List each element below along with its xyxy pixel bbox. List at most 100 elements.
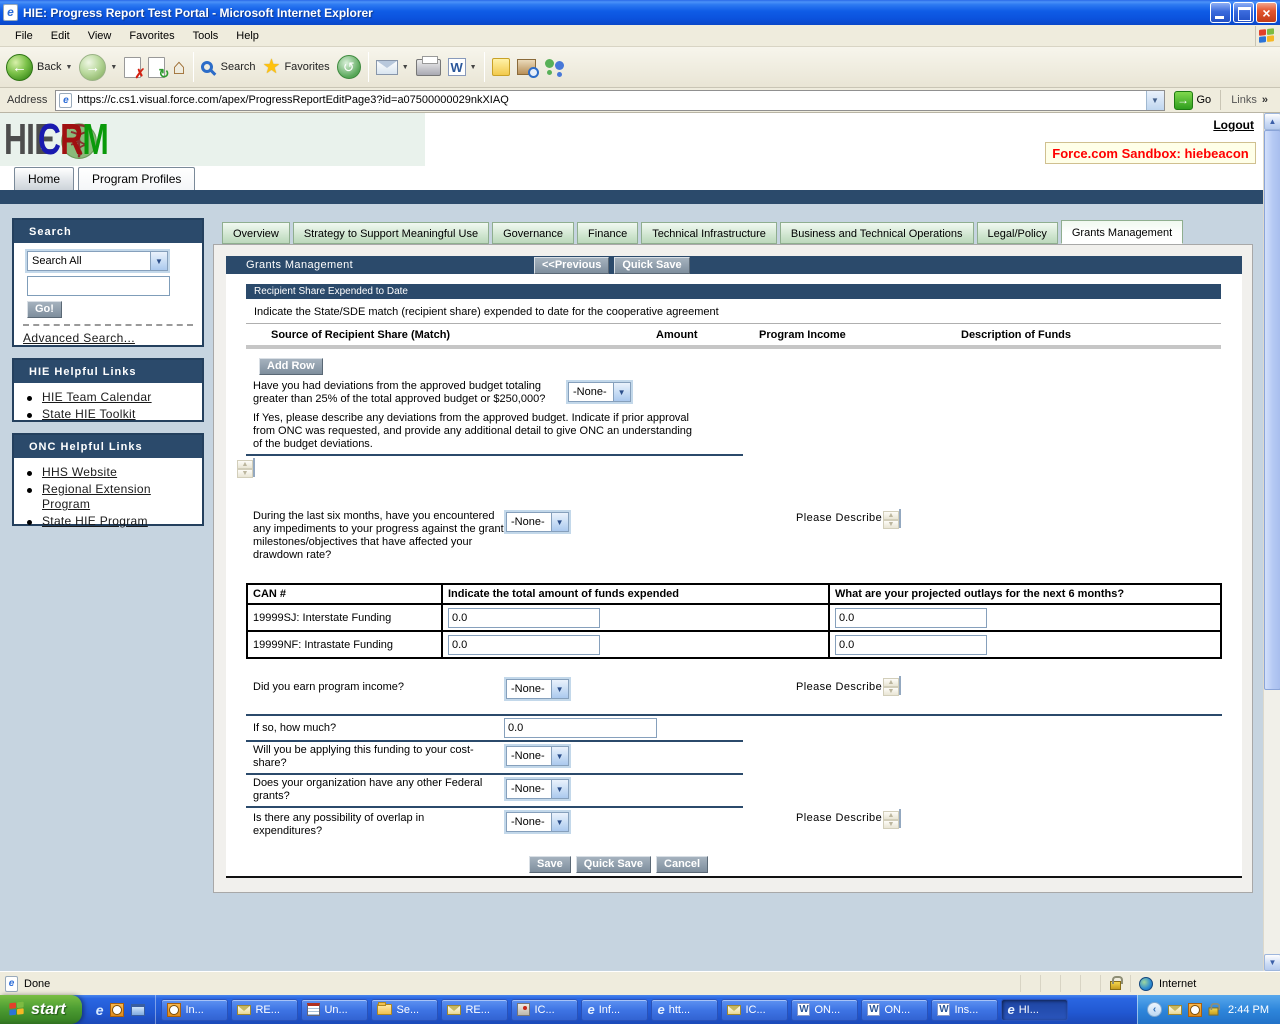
tab-strategy[interactable]: Strategy to Support Meaningful Use — [293, 222, 489, 244]
forward-button[interactable]: → ▼ — [79, 54, 117, 81]
menu-edit[interactable]: Edit — [42, 27, 79, 45]
tab-program-profiles[interactable]: Program Profiles — [78, 167, 195, 190]
tab-home[interactable]: Home — [14, 167, 74, 190]
forward-dropdown-icon[interactable]: ▼ — [110, 64, 117, 71]
cost-share-select[interactable]: -None-▼ — [506, 746, 569, 766]
address-dropdown-icon[interactable]: ▼ — [1146, 91, 1164, 110]
scroll-down-icon[interactable]: ▼ — [883, 520, 899, 529]
overlap-describe-textarea[interactable]: ▲▼ — [899, 809, 901, 828]
taskbar-button-active[interactable]: eHI... — [1001, 999, 1068, 1021]
scroll-down-icon[interactable]: ▼ — [883, 687, 899, 696]
address-url[interactable]: https://c.cs1.visual.force.com/apex/Prog… — [77, 94, 1140, 106]
print-button[interactable] — [416, 59, 441, 76]
taskbar-button[interactable]: WON... — [791, 999, 858, 1021]
cancel-button[interactable]: Cancel — [656, 856, 708, 873]
deviations-select[interactable]: -None-▼ — [568, 382, 631, 402]
regional-extension-link[interactable]: Regional Extension Program — [42, 482, 151, 511]
edit-dropdown-icon[interactable]: ▼ — [470, 64, 477, 71]
federal-grants-select[interactable]: -None-▼ — [506, 779, 569, 799]
menu-file[interactable]: File — [6, 27, 42, 45]
address-input[interactable]: e https://c.cs1.visual.force.com/apex/Pr… — [55, 90, 1164, 111]
tray-chevron-icon[interactable]: ‹ — [1147, 1002, 1162, 1017]
hhs-website-link[interactable]: HHS Website — [42, 465, 117, 479]
edit-with-word-button[interactable]: W ▼ — [448, 58, 477, 76]
vertical-scrollbar[interactable]: ▲ ▼ — [1263, 113, 1280, 971]
save-button[interactable]: Save — [529, 856, 571, 873]
quick-save-top-button[interactable]: Quick Save — [614, 257, 689, 274]
quick-launch-app-icon[interactable] — [131, 1004, 145, 1016]
back-dropdown-icon[interactable]: ▼ — [65, 64, 72, 71]
textarea-scrollbar[interactable]: ▲▼ — [883, 678, 899, 693]
scroll-up-icon[interactable]: ▲ — [883, 678, 899, 687]
tab-overview[interactable]: Overview — [222, 222, 290, 244]
interstate-outlays-input[interactable] — [835, 608, 987, 628]
taskbar-button[interactable]: WIns... — [931, 999, 998, 1021]
tray-clock-icon[interactable] — [1188, 1003, 1202, 1017]
search-input[interactable] — [27, 276, 170, 296]
quick-launch-ie-icon[interactable]: e — [96, 1003, 104, 1017]
research-button[interactable] — [517, 59, 536, 75]
previous-button[interactable]: <<Previous — [534, 257, 609, 274]
mail-button[interactable]: ▼ — [376, 60, 409, 75]
maximize-button[interactable] — [1233, 2, 1254, 23]
menu-tools[interactable]: Tools — [184, 27, 228, 45]
tray-mail-icon[interactable] — [1168, 1005, 1182, 1015]
history-button[interactable]: ↺ — [337, 55, 361, 79]
links-toolbar[interactable]: Links» — [1220, 90, 1276, 110]
tab-business-technical-operations[interactable]: Business and Technical Operations — [780, 222, 974, 244]
tab-finance[interactable]: Finance — [577, 222, 638, 244]
discuss-button[interactable] — [492, 58, 510, 76]
tab-legal-policy[interactable]: Legal/Policy — [977, 222, 1058, 244]
menu-help[interactable]: Help — [227, 27, 268, 45]
program-income-describe-textarea[interactable]: ▲▼ — [899, 676, 901, 695]
taskbar-button[interactable]: WON... — [861, 999, 928, 1021]
logout-link[interactable]: Logout — [1213, 118, 1254, 132]
impediments-select[interactable]: -None-▼ — [506, 512, 569, 532]
close-button[interactable]: × — [1256, 2, 1277, 23]
start-button[interactable]: start — [0, 995, 82, 1024]
overlap-select[interactable]: -None-▼ — [506, 812, 569, 832]
textarea-scrollbar[interactable]: ▲▼ — [237, 460, 253, 475]
taskbar-button[interactable]: Se... — [371, 999, 438, 1021]
add-row-button[interactable]: Add Row — [259, 358, 323, 375]
taskbar-button[interactable]: In... — [161, 999, 228, 1021]
mail-dropdown-icon[interactable]: ▼ — [402, 64, 409, 71]
scroll-up-icon[interactable]: ▲ — [883, 511, 899, 520]
search-go-button[interactable]: Go! — [27, 301, 62, 318]
taskbar-button[interactable]: IC... — [721, 999, 788, 1021]
menu-favorites[interactable]: Favorites — [120, 27, 183, 45]
minimize-button[interactable] — [1210, 2, 1231, 23]
taskbar-button[interactable]: ehtt... — [651, 999, 718, 1021]
menu-view[interactable]: View — [79, 27, 121, 45]
textarea-scrollbar[interactable]: ▲▼ — [883, 511, 899, 526]
tray-lock-icon[interactable] — [1209, 1007, 1219, 1015]
scroll-down-icon[interactable]: ▼ — [237, 469, 253, 478]
state-hie-program-link[interactable]: State HIE Program — [42, 514, 148, 528]
state-hie-toolkit-link[interactable]: State HIE Toolkit — [42, 407, 136, 421]
interstate-expended-input[interactable] — [448, 608, 600, 628]
scroll-up-icon[interactable]: ▲ — [237, 460, 253, 469]
refresh-button[interactable]: ↻ — [148, 57, 165, 78]
scroll-up-icon[interactable]: ▲ — [1264, 113, 1280, 130]
tab-grants-management[interactable]: Grants Management — [1061, 220, 1183, 244]
messenger-button[interactable] — [543, 57, 567, 77]
tab-technical-infrastructure[interactable]: Technical Infrastructure — [641, 222, 777, 244]
quick-save-button[interactable]: Quick Save — [576, 856, 651, 873]
back-button[interactable]: ← Back ▼ — [6, 54, 72, 81]
deviations-textarea[interactable]: ▲▼ — [253, 458, 255, 477]
taskbar-button[interactable]: eInf... — [581, 999, 648, 1021]
home-button[interactable]: ⌂ — [172, 56, 185, 78]
stop-button[interactable]: ✗ — [124, 57, 141, 78]
intrastate-expended-input[interactable] — [448, 635, 600, 655]
impediments-describe-textarea[interactable]: ▲▼ — [899, 509, 901, 528]
search-scope-select[interactable]: Search All▼ — [27, 251, 168, 271]
scrollbar-thumb[interactable] — [1264, 130, 1280, 690]
search-button[interactable]: Search — [201, 61, 256, 73]
how-much-input[interactable] — [504, 718, 657, 738]
taskbar-button[interactable]: RE... — [231, 999, 298, 1021]
intrastate-outlays-input[interactable] — [835, 635, 987, 655]
quick-launch-clock-icon[interactable] — [110, 1003, 124, 1017]
scroll-down-icon[interactable]: ▼ — [1264, 954, 1280, 971]
program-income-select[interactable]: -None-▼ — [506, 679, 569, 699]
scroll-down-icon[interactable]: ▼ — [883, 820, 899, 829]
